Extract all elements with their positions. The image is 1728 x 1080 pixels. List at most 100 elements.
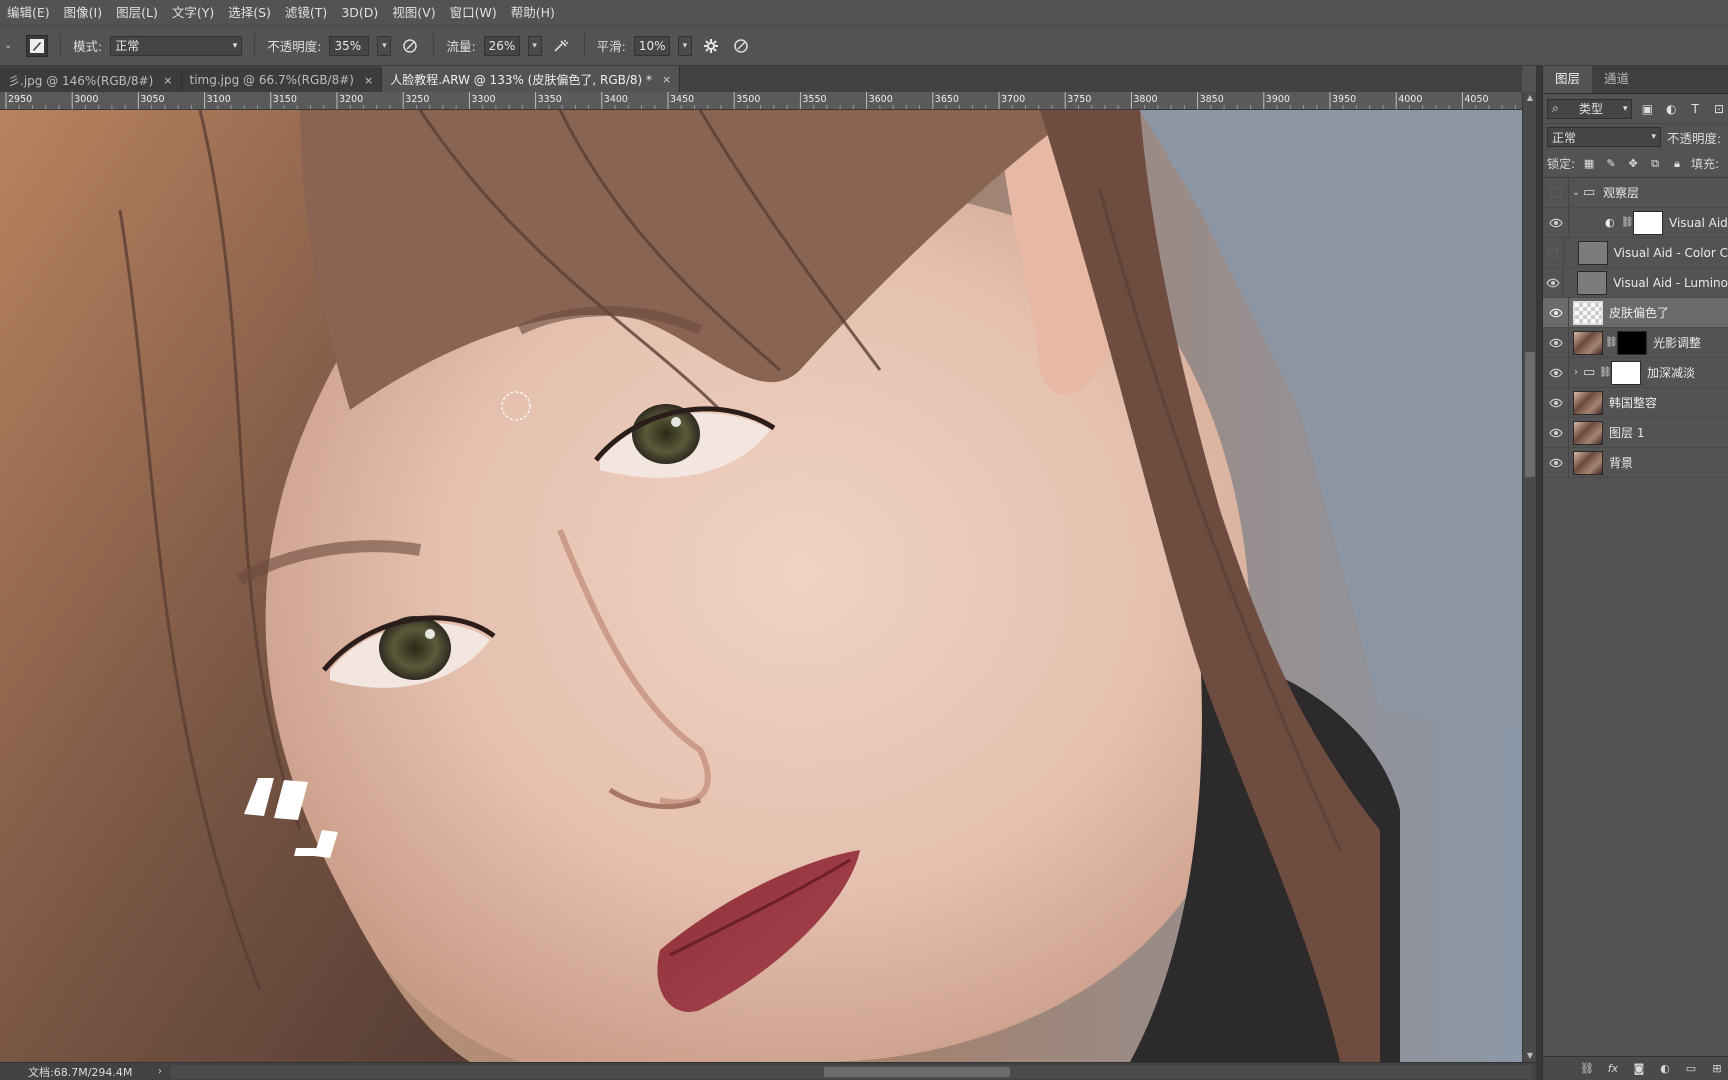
tab-document-active[interactable]: 人脸教程.ARW @ 133% (皮肤偏色了, RGB/8) * × — [382, 66, 681, 92]
link-icon[interactable]: ⛓︎ — [1621, 217, 1634, 228]
visibility-toggle[interactable] — [1543, 417, 1569, 448]
horizontal-scroll-thumb[interactable] — [824, 1066, 1010, 1077]
layer-group-observation[interactable]: ⌄ ▭ 观察层 — [1543, 177, 1728, 208]
menu-type[interactable]: 文字(Y) — [165, 0, 221, 26]
menu-layer[interactable]: 图层(L) — [109, 0, 165, 26]
airbrush-icon[interactable] — [550, 35, 572, 57]
menu-select[interactable]: 选择(S) — [221, 0, 278, 26]
vertical-scrollbar[interactable]: ▲ ▼ — [1522, 92, 1536, 1062]
layer-visual-aid-luminosity[interactable]: Visual Aid - Lumino — [1543, 267, 1728, 298]
layer-background[interactable]: 背景 — [1543, 447, 1728, 478]
shape-filter-icon[interactable]: ⊡ — [1710, 100, 1728, 118]
layer-visual-aid-color[interactable]: Visual Aid - Color C — [1543, 237, 1728, 268]
layer-thumbnail[interactable] — [1577, 270, 1608, 295]
menu-3d[interactable]: 3D(D) — [334, 0, 385, 26]
layer-light-shadow[interactable]: ⛓︎ 光影调整 — [1543, 327, 1728, 358]
scroll-up-arrow-icon[interactable]: ▲ — [1523, 92, 1537, 104]
chevron-down-icon: ▾ — [232, 40, 238, 51]
visibility-toggle[interactable] — [1543, 387, 1569, 418]
new-group-icon[interactable]: ▭ — [1683, 1061, 1699, 1077]
visibility-toggle[interactable] — [1543, 237, 1564, 268]
horizontal-scrollbar[interactable] — [170, 1064, 1532, 1079]
tab-document-2[interactable]: timg.jpg @ 66.7%(RGB/8#) × — [181, 68, 383, 92]
layer-mask-thumbnail[interactable] — [1617, 330, 1647, 355]
image-canvas[interactable] — [0, 110, 1522, 1062]
horizontal-ruler[interactable]: 2950 3000 3050 3100 3150 3200 3250 3300 3350 3400… — [0, 92, 1522, 110]
tab-channels[interactable]: 通道 — [1592, 66, 1641, 93]
chevron-down-icon[interactable]: ⌄ — [1569, 187, 1583, 198]
layer-skin-color-cast[interactable]: 皮肤偏色了 — [1543, 297, 1728, 328]
layer-filter-row: ⌕ 类型 ▾ ▣ ◐ T ⊡ — [1543, 94, 1728, 124]
link-icon[interactable]: ⛓︎ — [1599, 367, 1612, 378]
visibility-toggle[interactable] — [1543, 207, 1569, 238]
lock-pixels-icon[interactable]: ✎ — [1603, 156, 1619, 172]
layer-1[interactable]: 图层 1 — [1543, 417, 1728, 448]
menu-window[interactable]: 窗口(W) — [443, 0, 504, 26]
visibility-toggle[interactable] — [1543, 297, 1569, 328]
visibility-toggle[interactable] — [1543, 267, 1564, 298]
layer-visual-aid[interactable]: ◐ ⛓︎ Visual Aid — [1543, 207, 1728, 238]
flow-input[interactable]: 26% — [483, 35, 520, 56]
smoothing-slider-toggle[interactable]: ▾ — [677, 35, 692, 56]
fx-icon[interactable]: fx — [1605, 1061, 1621, 1077]
visibility-toggle[interactable] — [1543, 177, 1569, 208]
menu-help[interactable]: 帮助(H) — [504, 0, 562, 26]
close-icon[interactable]: × — [662, 73, 671, 86]
brush-preset-picker[interactable] — [26, 34, 48, 57]
layer-group-dodge-burn[interactable]: › ▭ ⛓︎ 加深减淡 — [1543, 357, 1728, 388]
flow-slider-toggle[interactable]: ▾ — [527, 35, 542, 56]
new-layer-icon[interactable]: ⊞ — [1709, 1061, 1725, 1077]
tab-layers[interactable]: 图层 — [1543, 66, 1593, 93]
menu-view[interactable]: 视图(V) — [385, 0, 442, 26]
image-filter-icon[interactable]: ▣ — [1638, 100, 1656, 118]
lock-artboard-icon[interactable]: ⧉ — [1647, 156, 1663, 172]
ruler-label: 3500 — [736, 94, 760, 105]
layer-thumbnail[interactable] — [1573, 300, 1603, 325]
lock-position-icon[interactable]: ✥ — [1625, 156, 1641, 172]
layer-mask-thumbnail[interactable] — [1611, 360, 1641, 385]
opacity-label: 不透明度: — [267, 39, 322, 54]
blend-mode-select[interactable]: 正常 ▾ — [1547, 127, 1661, 147]
link-icon[interactable]: ⛓︎ — [1605, 337, 1618, 348]
layer-mask-thumbnail[interactable] — [1633, 210, 1663, 235]
lock-transparent-icon[interactable]: ▦ — [1581, 156, 1597, 172]
document-size-info[interactable]: 文档:68.7M/294.4M — [0, 1064, 150, 1080]
layer-filter-select[interactable]: ⌕ 类型 ▾ — [1547, 98, 1633, 119]
menu-edit[interactable]: 编辑(E) — [0, 0, 57, 26]
smoothing-input[interactable]: 10% — [633, 35, 670, 56]
mode-select[interactable]: 正常 ▾ — [110, 35, 243, 56]
tab-document-1[interactable]: 彡.jpg @ 146%(RGB/8#) × — [0, 68, 182, 92]
visibility-toggle[interactable] — [1543, 327, 1569, 358]
gear-icon[interactable] — [700, 35, 722, 57]
lock-all-icon[interactable]: 🔒︎ — [1669, 156, 1685, 172]
vertical-scroll-thumb[interactable] — [1525, 352, 1535, 477]
close-icon[interactable]: × — [163, 74, 172, 87]
layer-thumbnail[interactable] — [1573, 390, 1603, 415]
menu-filter[interactable]: 滤镜(T) — [278, 0, 334, 26]
chevron-right-icon[interactable]: › — [1569, 367, 1583, 378]
chevron-down-icon[interactable]: ⌄ — [4, 40, 18, 51]
visibility-toggle[interactable] — [1543, 447, 1569, 478]
add-mask-icon[interactable]: ◙ — [1631, 1061, 1647, 1077]
layer-korean-retouch[interactable]: 韩国整容 — [1543, 387, 1728, 418]
visibility-toggle[interactable] — [1543, 357, 1569, 388]
layer-thumbnail[interactable] — [1573, 450, 1603, 475]
menu-image[interactable]: 图像(I) — [57, 0, 109, 26]
layer-thumbnail[interactable] — [1573, 330, 1603, 355]
pressure-opacity-icon[interactable] — [399, 35, 421, 57]
layers-panel: 图层 通道 ⌕ 类型 ▾ ▣ ◐ T ⊡ 正常 ▾ 不透明度: 锁定: ▦ ✎ … — [1542, 66, 1728, 1080]
layer-thumbnail[interactable] — [1577, 240, 1608, 265]
opacity-input[interactable]: 35% — [329, 35, 370, 56]
link-layers-icon[interactable]: ⛓︎ — [1579, 1061, 1595, 1077]
layer-thumbnail[interactable] — [1573, 420, 1603, 445]
close-icon[interactable]: × — [364, 74, 373, 87]
tab-label: 彡.jpg @ 146%(RGB/8#) — [8, 73, 154, 88]
type-filter-icon[interactable]: T — [1686, 100, 1704, 118]
scroll-down-arrow-icon[interactable]: ▼ — [1523, 1050, 1537, 1062]
opacity-slider-toggle[interactable]: ▾ — [377, 35, 392, 56]
new-adjustment-icon[interactable]: ◐ — [1657, 1061, 1673, 1077]
divider — [254, 33, 256, 58]
status-menu-arrow-icon[interactable]: › — [150, 1066, 170, 1077]
pressure-size-icon[interactable] — [730, 35, 752, 57]
adjustment-filter-icon[interactable]: ◐ — [1662, 100, 1680, 118]
